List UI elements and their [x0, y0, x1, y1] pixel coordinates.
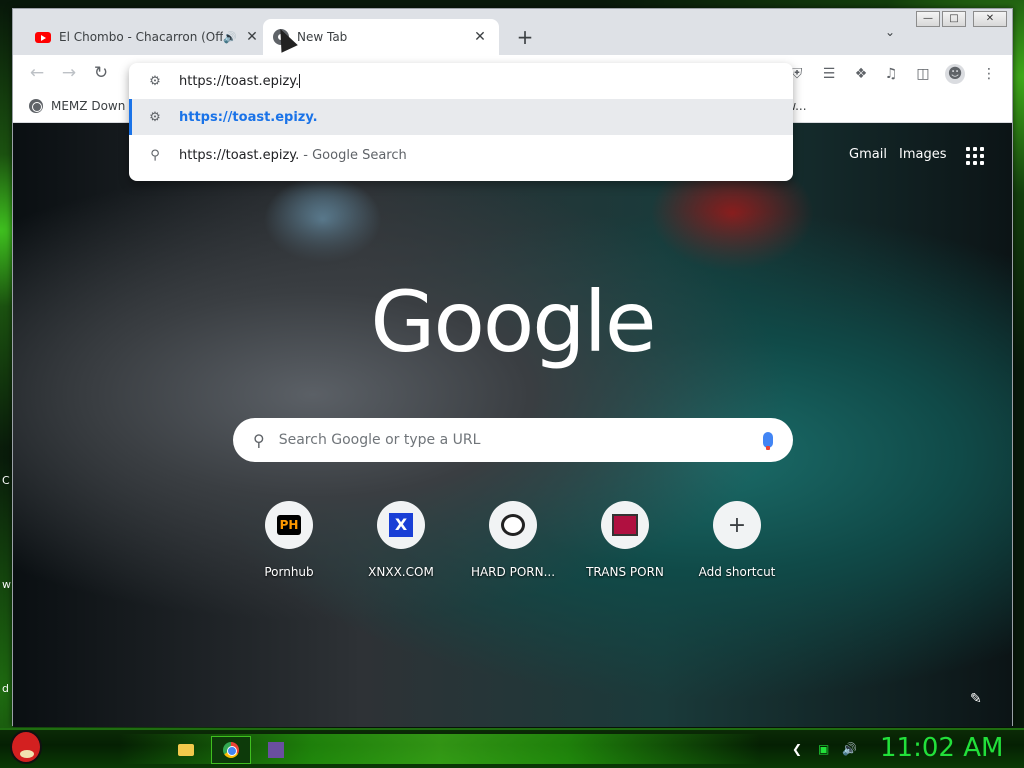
tab-title: New Tab: [297, 30, 348, 44]
search-placeholder: Search Google or type a URL: [278, 432, 481, 448]
taskbar-explorer[interactable]: [166, 736, 206, 764]
customize-pencil-icon[interactable]: ✎: [970, 691, 982, 707]
taskbar-app[interactable]: [256, 736, 296, 764]
side-panel-icon[interactable]: ◫: [913, 64, 933, 84]
ntp-search-box[interactable]: ⚲ Search Google or type a URL: [233, 418, 793, 462]
extension-flag-icon[interactable]: ☰: [819, 64, 839, 84]
taskbar-clock[interactable]: 11:02 AM: [880, 733, 1003, 763]
tab-search-chevron-icon[interactable]: ⌄: [885, 25, 895, 39]
taskbar: [0, 728, 1024, 768]
shortcut-label: Add shortcut: [698, 565, 776, 579]
youtube-icon: [35, 31, 51, 43]
suggestion-url[interactable]: ⚙ https://toast.epizy.: [129, 99, 793, 135]
back-button[interactable]: ←: [25, 63, 49, 83]
shortcut-trans[interactable]: TRANS PORN: [569, 501, 681, 579]
browser-window: El Chombo - Chacarron (Offi 🔊 ✕ New Tab …: [12, 8, 1013, 727]
text-caret: [299, 74, 301, 88]
shortcut-pornhub[interactable]: PH Pornhub: [233, 501, 345, 579]
reload-button[interactable]: ↻: [89, 63, 113, 83]
close-tab-icon[interactable]: ✕: [471, 29, 489, 45]
tray-chevron-icon[interactable]: ❮: [792, 742, 802, 756]
tab-strip: El Chombo - Chacarron (Offi 🔊 ✕ New Tab …: [13, 9, 1012, 55]
bookmark-label: MEMZ Down: [51, 99, 126, 113]
network-icon[interactable]: ▣: [818, 742, 829, 756]
tab-title: El Chombo - Chacarron (Offi: [59, 30, 224, 44]
shortcut-tile: +: [713, 501, 761, 549]
close-tab-icon[interactable]: ✕: [243, 29, 261, 45]
search-icon: ⚲: [150, 147, 160, 163]
address-bar-input[interactable]: ⚙ https://toast.epizy.: [129, 63, 793, 99]
bookmark-memz[interactable]: MEMZ Down: [29, 99, 125, 113]
globe-icon: ⚙: [149, 73, 161, 89]
shortcut-tile: [489, 501, 537, 549]
tab-el-chombo[interactable]: El Chombo - Chacarron (Offi 🔊 ✕: [25, 19, 271, 55]
suggestion-text: https://toast.epizy.: [179, 147, 300, 163]
globe-icon: ⚙: [149, 109, 161, 125]
search-icon: ⚲: [253, 430, 265, 450]
desktop-text-fragment: w: [2, 578, 11, 591]
shortcut-label: TRANS PORN: [586, 565, 664, 579]
folder-icon: [178, 744, 194, 756]
shortcut-label: XNXX.COM: [368, 565, 434, 579]
media-controls-icon[interactable]: ♫: [881, 64, 901, 84]
extensions-puzzle-icon[interactable]: ❖: [851, 64, 871, 84]
google-apps-icon[interactable]: [966, 147, 984, 165]
globe-icon: [29, 99, 43, 113]
suggestion-text: https://toast.epizy.: [179, 109, 318, 125]
plus-icon: +: [727, 512, 747, 538]
new-tab-page: Gmail Images Google ⚲ Search Google or t…: [13, 123, 1012, 727]
start-button-bird-icon[interactable]: [10, 730, 42, 764]
suggestion-search[interactable]: ⚲ https://toast.epizy. - Google Search: [129, 137, 793, 173]
volume-icon[interactable]: 🔊: [842, 742, 857, 756]
desktop-text-fragment: C: [2, 474, 10, 487]
app-icon: [268, 742, 284, 758]
shortcut-label: HARD PORN...: [470, 565, 556, 579]
suggestion-suffix: - Google Search: [303, 147, 407, 163]
new-tab-button[interactable]: +: [513, 25, 537, 49]
speaker-icon[interactable]: 🔊: [223, 31, 237, 44]
shortcut-tile: [601, 501, 649, 549]
maximize-button[interactable]: □: [942, 11, 966, 27]
chrome-icon: [223, 742, 239, 758]
site-logo-icon: [612, 514, 638, 536]
address-input-text: https://toast.epizy.: [179, 73, 300, 89]
shortcut-add[interactable]: + Add shortcut: [681, 501, 793, 579]
desktop-text-fragment: d: [2, 682, 9, 695]
google-logo: Google: [370, 273, 656, 371]
shortcut-hard[interactable]: HARD PORN...: [457, 501, 569, 579]
profile-avatar-icon[interactable]: ☻: [945, 64, 965, 84]
images-link[interactable]: Images: [899, 147, 947, 162]
shortcut-label: Pornhub: [264, 565, 314, 579]
omnibox-dropdown: ⚙ https://toast.epizy. ⚙ https://toast.e…: [129, 63, 793, 181]
tab-new-tab[interactable]: New Tab ✕: [263, 19, 499, 55]
x-logo-icon: X: [389, 513, 413, 537]
minimize-button[interactable]: —: [916, 11, 940, 27]
shortcut-tile: PH: [265, 501, 313, 549]
ph-logo-icon: PH: [277, 515, 301, 535]
shortcut-tile: X: [377, 501, 425, 549]
gmail-link[interactable]: Gmail: [849, 147, 887, 162]
close-window-button[interactable]: ✕: [973, 11, 1007, 27]
shortcut-xnxx[interactable]: X XNXX.COM: [345, 501, 457, 579]
panda-face-icon: [501, 514, 525, 536]
taskbar-chrome[interactable]: [211, 736, 251, 764]
menu-kebab-icon[interactable]: ⋮: [979, 64, 999, 84]
microphone-icon[interactable]: [763, 432, 773, 450]
forward-button[interactable]: →: [57, 63, 81, 83]
